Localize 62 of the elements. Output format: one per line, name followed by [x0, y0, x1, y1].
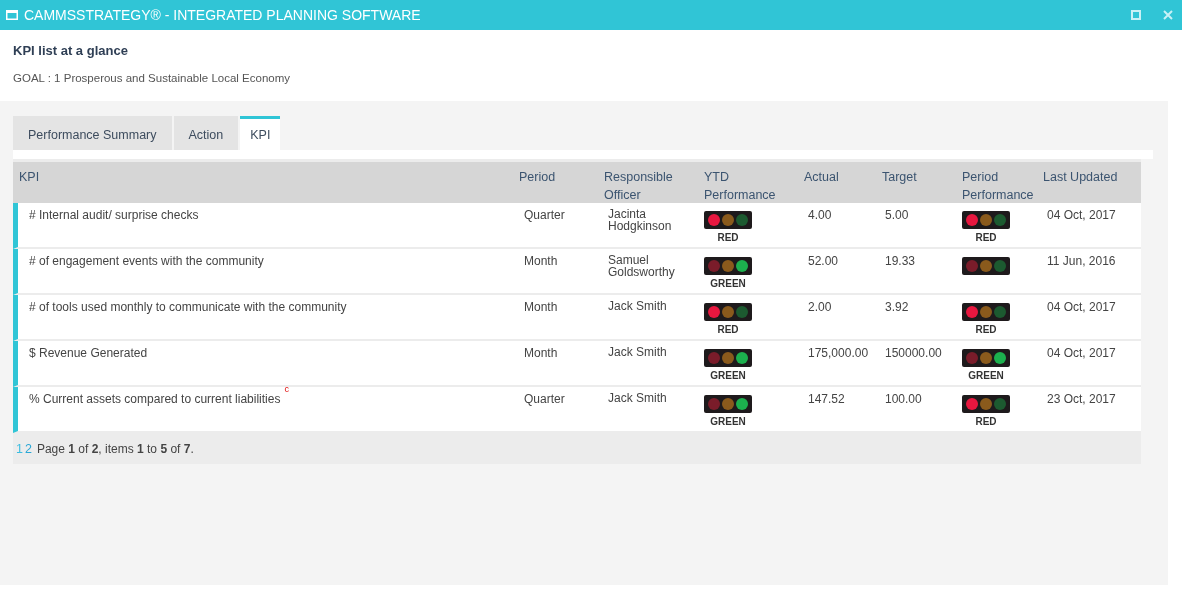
table-row[interactable]: # of engagement events with the community Month Samuel Goldsworthy GREEN 52.00 19.33 11 Jun, 2016	[13, 249, 1141, 295]
actual-cell: 4.00	[808, 208, 832, 222]
target-cell: 5.00	[885, 208, 909, 222]
officer-cell-text: Samuel Goldsworthy	[608, 254, 676, 278]
officer-cell-text: Jack Smith	[608, 392, 668, 404]
actual-cell: 147.52	[808, 392, 845, 406]
table-row[interactable]: # of tools used monthly to communicate with the community Month Jack Smith RED RED 2.00 3.92 04 Oct, 2017	[13, 295, 1141, 341]
window-title: CAMMSSTRATEGY® - INTEGRATED PLANNING SOFTWARE	[24, 7, 421, 23]
period-cell: Month	[524, 346, 558, 360]
target-cell: 100.00	[885, 392, 922, 406]
status-label: GREEN	[709, 416, 747, 427]
period-cell: Month	[524, 254, 558, 268]
window-icon	[6, 10, 18, 20]
officer-cell-text: Jack Smith	[608, 346, 668, 358]
actual-cell: 52.00	[808, 254, 839, 268]
close-icon[interactable]	[1163, 10, 1173, 20]
kpi-name: $ Revenue Generated	[29, 346, 148, 360]
status-label: GREEN	[967, 370, 1005, 381]
kpi-name: # of engagement events with the community	[29, 254, 264, 268]
ytd-header: YTD Performance	[704, 169, 777, 203]
table-row[interactable]: # Internal audit/ surprise checks Quarter Jacinta Hodgkinson RED RED 4.00 5.00 04 Oct, 2017	[13, 203, 1141, 249]
status-label: RED	[974, 232, 998, 243]
officer-cell-text: Jack Smith	[608, 300, 668, 312]
tab[interactable]: Performance Summary	[13, 116, 172, 150]
status-label: GREEN	[709, 370, 747, 381]
status-label: RED	[716, 324, 740, 335]
tab[interactable]: Action	[173, 116, 239, 150]
target-cell: 150000.00	[885, 346, 942, 360]
actual-cell: 175,000.00	[808, 346, 869, 360]
status-label: RED	[974, 416, 998, 427]
tab[interactable]: KPI	[240, 116, 281, 150]
pager-info: Page 1 of 2, items 1 to 5 of 7.	[36, 441, 194, 456]
goal-text: GOAL : 1 Prosperous and Sustainable Local Economy	[13, 72, 291, 84]
actual-cell: 2.00	[808, 300, 832, 314]
officer-header: Responsible Officer	[604, 169, 674, 203]
comment-mark: c	[284, 384, 289, 394]
status-label: GREEN	[709, 278, 747, 289]
period-header: Period	[519, 169, 557, 186]
date-cell: 23 Oct, 2017	[1047, 392, 1116, 406]
date-cell: 04 Oct, 2017	[1047, 208, 1116, 222]
period-cell: Month	[524, 300, 558, 314]
kpi-header: KPI	[18, 169, 41, 186]
date-cell: 04 Oct, 2017	[1047, 300, 1116, 314]
last-updated-header: Last Updated	[1043, 169, 1119, 186]
target-cell: 19.33	[885, 254, 916, 268]
table-row[interactable]: $ Revenue Generated Month Jack Smith GREEN GREEN 175,000.00 150000.00 04 Oct, 2017	[13, 341, 1141, 387]
page-title: KPI list at a glance	[13, 43, 129, 58]
period-cell: Quarter	[524, 392, 565, 406]
kpi-name: # Internal audit/ surprise checks	[29, 208, 199, 222]
maximize-icon[interactable]	[1131, 10, 1141, 20]
actual-header: Actual	[804, 169, 840, 186]
kpi-name: # of tools used monthly to communicate with the community	[29, 300, 347, 314]
officer-cell-text: Jacinta Hodgkinson	[608, 208, 673, 232]
status-label: RED	[974, 324, 998, 335]
date-cell: 04 Oct, 2017	[1047, 346, 1116, 360]
period-cell: Quarter	[524, 208, 565, 222]
target-cell: 3.92	[885, 300, 909, 314]
date-cell: 11 Jun, 2016	[1047, 254, 1116, 268]
status-label: RED	[716, 232, 740, 243]
target-header: Target	[882, 169, 918, 186]
period-performance-header: Period Performance	[962, 169, 1035, 203]
kpi-name: % Current assets compared to current liabilities	[29, 392, 281, 406]
